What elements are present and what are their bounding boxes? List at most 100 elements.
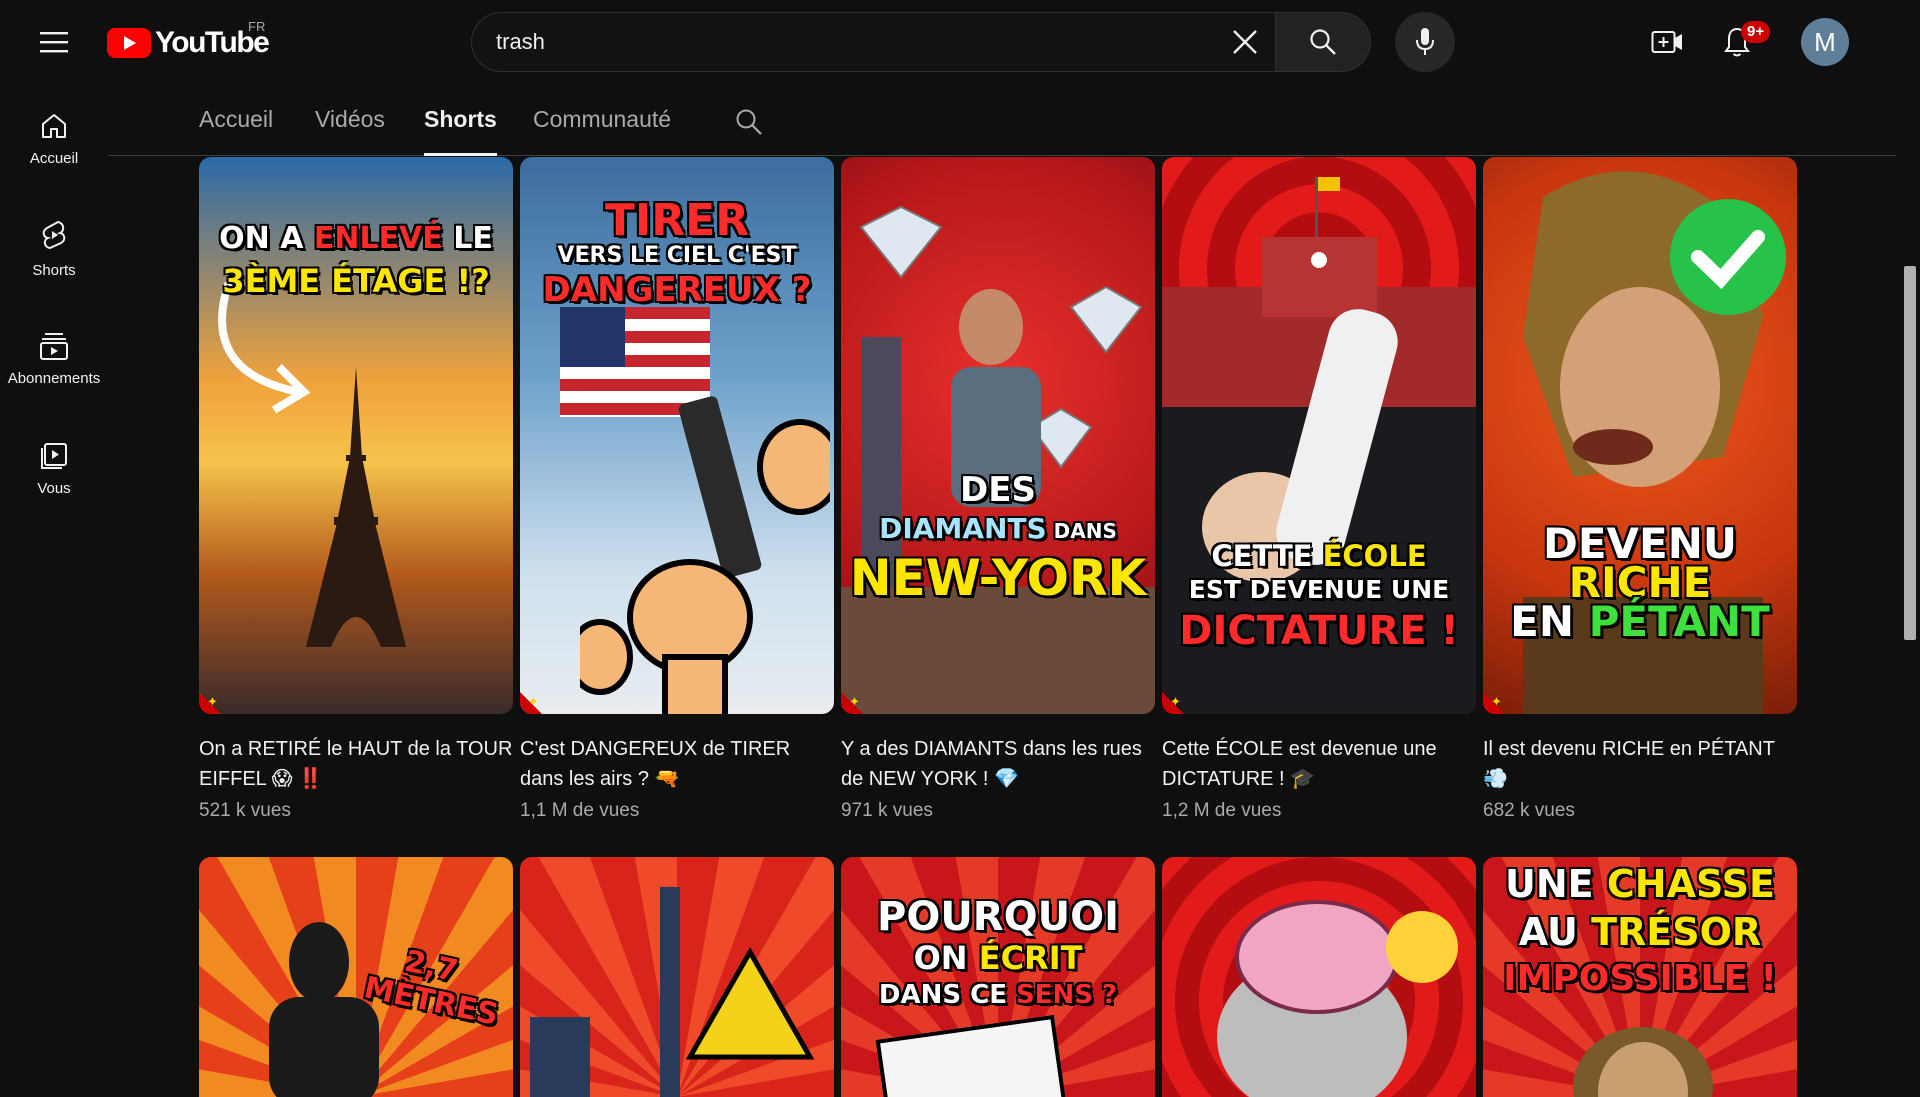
search-box [471,12,1275,72]
search-button[interactable] [1275,12,1371,72]
short-views: 971 k vues [841,800,933,821]
sparkle-icon: ✦ [528,694,539,709]
short-card[interactable]: POURQUOI ON ÉCRIT DANS CE SENS ? [841,857,1155,1097]
thumbnail-caption: CETTE ÉCOLE [1211,539,1427,573]
sidebar-item-label: Abonnements [7,369,101,387]
thumbnail-caption: 3ÈME ÉTAGE !? [222,262,490,300]
youtube-logo[interactable]: YouTube [107,26,270,60]
clear-search-button[interactable] [1215,12,1275,72]
scrollbar-thumb[interactable] [1904,266,1916,640]
sparkle-icon: ✦ [1170,694,1181,709]
tab-accueil[interactable]: Accueil [199,106,273,156]
short-title[interactable]: On a RETIRÉ le HAUT de la TOUR EIFFEL 😱 … [199,734,513,794]
short-thumbnail[interactable]: UNE CHASSE AU TRÉSOR IMPOSSIBLE ! [1483,857,1797,1097]
sparkle-icon: ✦ [1491,694,1502,709]
scrollbar[interactable] [1900,84,1920,1080]
short-thumbnail[interactable] [520,857,834,1097]
short-views: 521 k vues [199,800,291,821]
thumbnail-caption: NEW-YORK [849,549,1147,607]
sidebar-item-shorts[interactable]: Shorts [0,194,108,304]
thumbnail-caption: DES [960,470,1036,510]
hamburger-menu-button[interactable] [30,22,78,62]
short-thumbnail[interactable]: TIRER VERS LE CIEL C'EST DANGEREUX ? ✦ [520,157,834,714]
tower-warning-sign-image [530,887,815,1097]
arrow-image [218,282,311,414]
you-icon [41,442,67,469]
short-title[interactable]: Il est devenu RICHE en PÉTANT 💨 [1483,734,1797,794]
paper-image [875,1014,1067,1097]
sidebar-item-accueil[interactable]: Accueil [0,84,108,194]
guns-hands-image [580,396,830,714]
avatar[interactable]: M [1801,18,1849,66]
notification-badge: 9+ [1741,21,1771,43]
brain-man-image [1217,900,1458,1097]
thumbnail-caption: UNE CHASSE [1505,862,1775,906]
close-icon [1233,30,1257,54]
short-thumbnail[interactable]: POURQUOI ON ÉCRIT DANS CE SENS ? [841,857,1155,1097]
sidebar-item-vous[interactable]: Vous [0,414,108,524]
short-card[interactable]: DEVENU RICHE EN PÉTANT ✦ Il est devenu R… [1483,157,1797,822]
sparkle-icon: ✦ [849,694,860,709]
short-card[interactable]: 2,7 MÈTRES [199,857,513,1097]
short-thumbnail[interactable] [1162,857,1476,1097]
menu-icon [40,32,68,53]
short-card[interactable]: TIRER VERS LE CIEL C'EST DANGEREUX ? ✦ C… [520,157,834,822]
thumbnail-caption: ON ÉCRIT [913,939,1083,977]
top-bar: YouTube FR 9+ M [0,0,1920,84]
thumbnail-caption: DICTATURE ! [1179,608,1459,654]
short-thumbnail[interactable]: CETTE ÉCOLE EST DEVENUE UNE DICTATURE ! … [1162,157,1476,714]
sidebar: Accueil Shorts Abonnements Vous [0,84,108,524]
short-thumbnail[interactable]: ON A ENLEVÉ LE 3ÈME ÉTAGE !? ✦ [199,157,513,714]
thumbnail-caption: IMPOSSIBLE ! [1503,958,1777,999]
search-icon [736,109,762,135]
short-card[interactable]: CETTE ÉCOLE EST DEVENUE UNE DICTATURE ! … [1162,157,1476,822]
short-views: 1,2 M de vues [1162,800,1282,821]
sidebar-item-label: Accueil [29,149,79,167]
thumbnail-caption: VERS LE CIEL C'EST [557,243,797,268]
mona-lisa-image [1573,1027,1713,1097]
short-card[interactable]: UNE CHASSE AU TRÉSOR IMPOSSIBLE ! [1483,857,1797,1097]
region-code: FR [248,19,266,34]
shorts-icon [42,220,66,249]
short-card[interactable] [520,857,834,1097]
short-card[interactable] [1162,857,1476,1097]
voice-search-button[interactable] [1395,12,1455,72]
thumbnail-caption: DANGEREUX ? [542,270,812,310]
sparkle-icon: ✦ [207,694,218,709]
thumbnail-caption: ON A ENLEVÉ LE [219,221,493,256]
subscriptions-icon [40,332,68,360]
channel-tabs: Accueil Vidéos Shorts Communauté [108,86,1896,156]
short-title[interactable]: Y a des DIAMANTS dans les rues de NEW YO… [841,734,1155,794]
sidebar-item-label: Vous [37,479,71,497]
home-icon [42,113,66,138]
sidebar-item-abonnements[interactable]: Abonnements [0,304,108,414]
tab-shorts[interactable]: Shorts [424,106,497,156]
thumbnail-caption: EN PÉTANT [1510,597,1770,646]
short-views: 1,1 M de vues [520,800,640,821]
play-logo-icon [107,28,151,58]
thumbnail-caption: EST DEVENUE UNE [1188,575,1450,604]
thumbnail-caption: DIAMANTS DANS [879,512,1117,545]
short-card[interactable]: ON A ENLEVÉ LE 3ÈME ÉTAGE !? ✦ On a RETI… [199,157,513,822]
diamonds-city-image [841,205,1155,714]
short-thumbnail[interactable]: DEVENU RICHE EN PÉTANT ✦ [1483,157,1797,714]
search-icon [1310,29,1336,55]
thumbnail-caption: POURQUOI [877,894,1119,940]
search-bar [471,12,1371,72]
thumbnail-caption: TIRER [604,195,750,246]
short-title[interactable]: C'est DANGEREUX de TIRER dans les airs ?… [520,734,834,794]
tab-communaute[interactable]: Communauté [533,106,671,156]
short-thumbnail[interactable]: 2,7 MÈTRES [199,857,513,1097]
short-title[interactable]: Cette ÉCOLE est devenue une DICTATURE ! … [1162,734,1476,794]
microphone-icon [1416,28,1434,55]
thumbnail-caption: AU TRÉSOR [1518,910,1762,954]
create-video-icon [1651,31,1682,53]
channel-search-button[interactable] [729,102,769,142]
short-views: 682 k vues [1483,800,1575,821]
short-thumbnail[interactable]: DES DIAMANTS DANS NEW-YORK ✦ [841,157,1155,714]
short-card[interactable]: DES DIAMANTS DANS NEW-YORK ✦ Y a des DIA… [841,157,1155,822]
tab-videos[interactable]: Vidéos [315,106,385,156]
search-input[interactable] [496,29,1215,55]
sidebar-item-label: Shorts [32,261,76,279]
create-button[interactable] [1645,22,1689,62]
